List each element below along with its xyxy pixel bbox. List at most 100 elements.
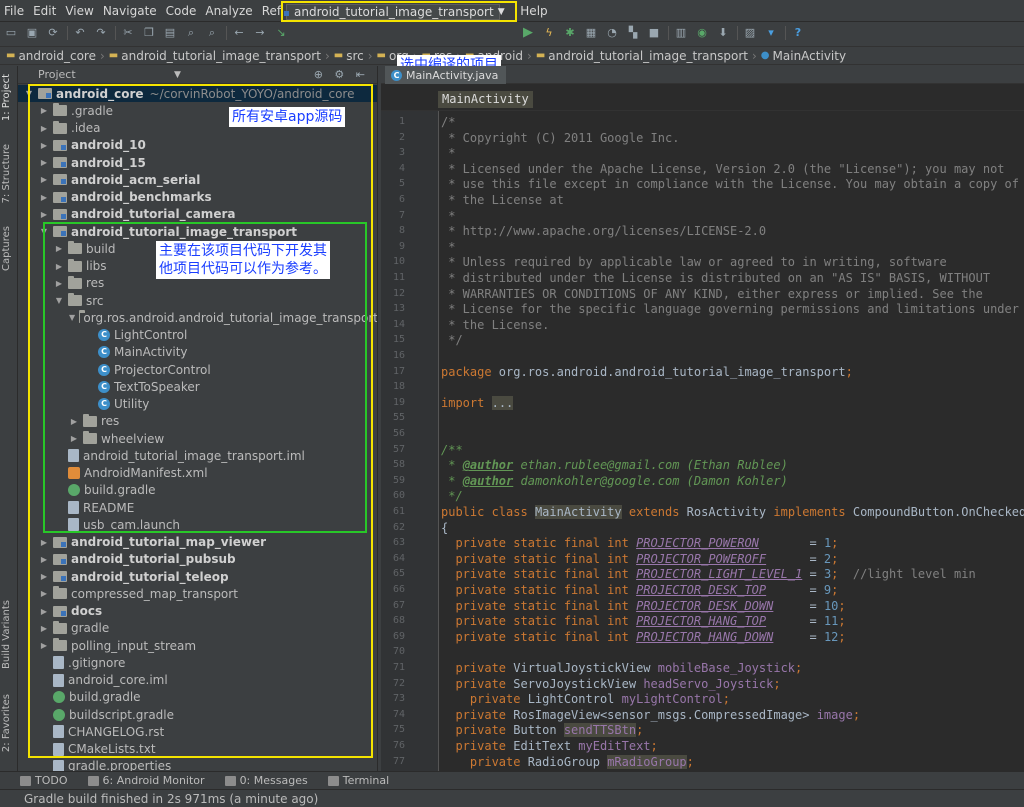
tool-window-icon: [87, 775, 99, 786]
line-number: 77: [392, 755, 405, 767]
line-number: 71: [392, 662, 405, 673]
menu-help[interactable]: Help: [520, 4, 547, 18]
line-number: 73: [392, 693, 405, 705]
find-icon[interactable]: ⌕: [184, 26, 198, 40]
menu-code[interactable]: Code: [166, 4, 197, 18]
code-line: private static final int PROJECTOR_DESK_…: [455, 598, 846, 613]
line-number: 12: [392, 287, 405, 299]
project-panel-header: Project ▼ ⊕ ⚙ ⇤: [18, 66, 377, 84]
back-icon[interactable]: ←: [232, 26, 246, 40]
line-number: 8: [398, 225, 405, 237]
forward-icon[interactable]: →: [253, 26, 267, 40]
cut-icon[interactable]: ✂: [121, 26, 135, 40]
help-icon[interactable]: ?: [791, 26, 805, 40]
gradle-sync-icon[interactable]: ◉: [695, 26, 709, 40]
avd-manager-icon[interactable]: ▥: [674, 26, 688, 40]
bottom-tab-0-messages[interactable]: 0: Messages: [224, 774, 308, 787]
code-line: /**: [441, 442, 463, 457]
editor-breadcrumb: MainActivity: [381, 85, 1024, 111]
save-icon[interactable]: ▣: [25, 26, 39, 40]
apply-changes-icon[interactable]: ϟ: [542, 26, 556, 40]
code-line: public class MainActivity extends RosAct…: [441, 505, 1024, 519]
project-structure-icon[interactable]: ▨: [743, 26, 757, 40]
breadcrumb-item[interactable]: ▬ android_tutorial_image_transport ›: [109, 49, 330, 63]
undo-icon[interactable]: ↶: [73, 26, 87, 40]
status-bar: Gradle build finished in 2s 971ms (a min…: [0, 789, 1024, 807]
line-number: 67: [392, 599, 405, 611]
tab-structure[interactable]: 7: Structure: [1, 144, 12, 203]
bottom-tab-todo[interactable]: TODO: [20, 774, 68, 787]
breadcrumb-item[interactable]: ● MainActivity: [761, 49, 846, 63]
coverage-icon[interactable]: ▦: [584, 26, 598, 40]
bottom-tab-label: TODO: [35, 774, 68, 787]
breadcrumb-item[interactable]: ▬ android_core ›: [6, 49, 105, 63]
menu-file[interactable]: File: [4, 4, 24, 18]
line-number: 61: [392, 506, 405, 517]
tab-project[interactable]: 1: Project: [1, 74, 12, 121]
code-line: * http://www.apache.org/licenses/LICENSE…: [441, 224, 767, 239]
bottom-tool-bar: TODO 6: Android Monitor 0: Messages Termina…: [0, 771, 1024, 789]
code-area[interactable]: /* * Copyright (C) 2011 Google Inc. * * …: [441, 111, 1024, 771]
menu-navigate[interactable]: Navigate: [103, 4, 157, 18]
android-device-monitor-icon[interactable]: ▾: [764, 26, 778, 40]
menu-view[interactable]: View: [65, 4, 93, 18]
open-folder-icon[interactable]: ▭: [4, 26, 18, 40]
paste-icon[interactable]: ▤: [163, 26, 177, 40]
redo-icon[interactable]: ↷: [94, 26, 108, 40]
bottom-tab-terminal[interactable]: Terminal: [327, 774, 389, 787]
run-icon[interactable]: ▶: [521, 26, 535, 40]
tab-build-variants[interactable]: Build Variants: [1, 600, 12, 669]
stop-icon[interactable]: ■: [647, 26, 661, 40]
menu-analyze[interactable]: Analyze: [205, 4, 252, 18]
debug-icon[interactable]: ✱: [563, 26, 577, 40]
breadcrumb-item[interactable]: ▬ src ›: [334, 49, 373, 63]
code-line: * @author ethan.rublee@gmail.com (Ethan …: [441, 458, 788, 473]
class-breadcrumb[interactable]: MainActivity: [438, 91, 533, 108]
tool-window-icon: [224, 775, 236, 786]
code-line: private static final int PROJECTOR_DESK_…: [455, 583, 839, 597]
sdk-manager-icon[interactable]: ⬇: [716, 26, 730, 40]
profile-icon[interactable]: ◔: [605, 26, 619, 40]
toolbar-divider: [737, 26, 738, 40]
bottom-tab-6-android-monitor[interactable]: 6: Android Monitor: [87, 774, 205, 787]
code-line: private RadioGroup mRadioGroup;: [469, 754, 694, 769]
tab-favorites[interactable]: 2: Favorites: [1, 694, 12, 752]
code-line: private ServoJoystickView headServo_Joys…: [455, 676, 781, 691]
breadcrumb-separator: ›: [367, 48, 373, 63]
sync-icon[interactable]: ⟳: [46, 26, 60, 40]
file-icon: [53, 759, 64, 771]
line-number: 65: [392, 568, 405, 580]
line-number: 4: [398, 162, 405, 174]
run-configuration-dropdown[interactable]: android_tutorial_image_transport ▼: [284, 3, 505, 20]
make-project-icon[interactable]: ↘: [274, 26, 288, 40]
menu-edit[interactable]: Edit: [33, 4, 56, 18]
tab-main-activity[interactable]: C MainActivity.java: [385, 66, 507, 84]
editor-tab-bar: C MainActivity.java: [381, 66, 1024, 84]
project-view-selector[interactable]: Project: [38, 68, 76, 81]
replace-icon[interactable]: ⌕: [205, 26, 219, 40]
panel-settings-icon[interactable]: ⊕ ⚙ ⇤: [314, 68, 369, 81]
code-line: private RosImageView<sensor_msgs.Compres…: [455, 707, 861, 722]
line-number: 57: [392, 443, 405, 455]
code-line: */: [441, 333, 463, 348]
line-number: 13: [392, 303, 405, 315]
code-line: private LightControl myLightControl;: [469, 692, 731, 707]
line-number: 66: [392, 584, 405, 595]
code-line: * Copyright (C) 2011 Google Inc.: [441, 130, 680, 145]
line-number: 14: [392, 318, 405, 330]
annotation-main-dev: 主要在该项目代码下开发其 他项目代码可以作为参考。: [156, 241, 330, 279]
line-number: 62: [392, 521, 405, 533]
code-line: * WARRANTIES OR CONDITIONS OF ANY KIND, …: [441, 286, 983, 301]
breadcrumb-item[interactable]: ▬ android_tutorial_image_transport ›: [536, 49, 757, 63]
breadcrumb-label: android_tutorial_image_transport: [121, 48, 321, 63]
line-number: 16: [392, 350, 405, 361]
toolbar-divider: [668, 26, 669, 40]
chevron-down-icon[interactable]: ▼: [174, 70, 181, 80]
tree-item[interactable]: gradle.properties: [18, 758, 377, 771]
code-line: * License for the specific language gove…: [441, 302, 1019, 317]
code-line: private Button sendTTSBtn;: [455, 723, 644, 738]
attach-debugger-icon[interactable]: ▚: [626, 26, 640, 40]
tab-captures[interactable]: Captures: [1, 226, 12, 271]
run-configuration-selector[interactable]: android_tutorial_image_transport ▼: [281, 1, 517, 22]
copy-icon[interactable]: ❐: [142, 26, 156, 40]
